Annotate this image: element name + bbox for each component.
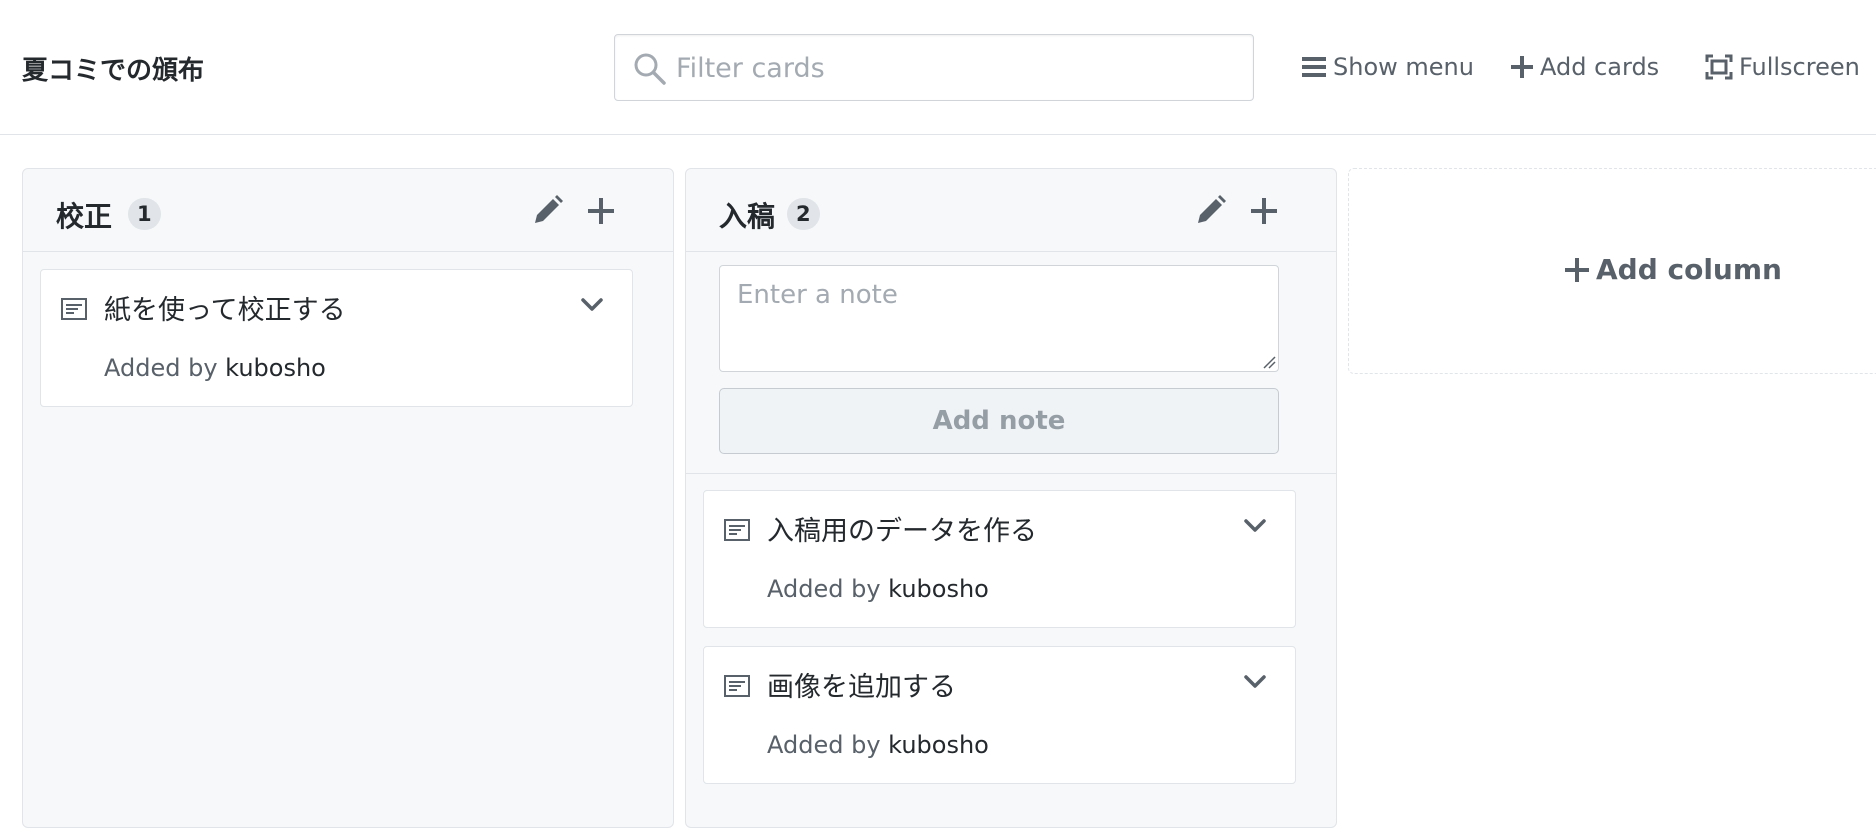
note-textarea[interactable] xyxy=(719,265,1279,372)
add-note-button[interactable]: Add note xyxy=(719,388,1279,454)
project-title: 夏コミでの頒布 xyxy=(22,56,205,86)
note-card[interactable]: 紙を使って校正する Added by kubosho xyxy=(40,269,633,407)
add-cards-label: Add cards xyxy=(1540,53,1660,81)
column-card-count: 1 xyxy=(128,198,161,230)
card-title: 画像を追加する xyxy=(767,672,956,703)
chevron-down-icon[interactable] xyxy=(1240,511,1270,541)
search-icon xyxy=(634,53,666,85)
pencil-icon[interactable] xyxy=(529,193,565,229)
project-header: 夏コミでの頒布 Show menu Add cards Fullscreen xyxy=(0,0,1876,135)
project-column: 校正 1 紙を使って校正する Added by kubosho xyxy=(22,168,674,828)
card-title: 紙を使って校正する xyxy=(104,295,346,326)
add-card-plus-icon[interactable] xyxy=(1246,193,1282,229)
fullscreen-label: Fullscreen xyxy=(1739,53,1860,81)
note-icon xyxy=(724,675,750,697)
resize-grip-icon[interactable] xyxy=(1262,355,1276,369)
note-card[interactable]: 画像を追加する Added by kubosho xyxy=(703,646,1296,784)
column-card-count: 2 xyxy=(787,198,820,230)
chevron-down-icon[interactable] xyxy=(577,290,607,320)
plus-icon xyxy=(1565,257,1589,282)
card-meta: Added by kubosho xyxy=(104,354,326,382)
filter-cards-input[interactable] xyxy=(676,45,1236,91)
pencil-icon[interactable] xyxy=(1192,193,1228,229)
add-column-button[interactable]: Add column xyxy=(1348,168,1876,374)
column-header: 校正 1 xyxy=(23,169,673,252)
card-author-link[interactable]: kubosho xyxy=(888,575,989,603)
filter-cards-box[interactable] xyxy=(614,34,1254,101)
column-title: 校正 xyxy=(56,200,113,233)
note-card[interactable]: 入稿用のデータを作る Added by kubosho xyxy=(703,490,1296,628)
chevron-down-icon[interactable] xyxy=(1240,667,1270,697)
column-header: 入稿 2 xyxy=(686,169,1336,252)
add-column-label: Add column xyxy=(1596,253,1782,286)
add-cards-button[interactable]: Add cards xyxy=(1510,48,1659,86)
card-meta: Added by kubosho xyxy=(767,575,989,603)
card-author-link[interactable]: kubosho xyxy=(888,731,989,759)
fullscreen-icon xyxy=(1705,54,1733,80)
show-menu-label: Show menu xyxy=(1333,53,1474,81)
project-column: 入稿 2 Add note 入稿用のデータを作る Added by kubosh xyxy=(685,168,1337,828)
added-by-label: Added by xyxy=(767,731,881,759)
added-by-label: Added by xyxy=(767,575,881,603)
show-menu-button[interactable]: Show menu xyxy=(1301,48,1474,86)
fullscreen-button[interactable]: Fullscreen xyxy=(1705,48,1860,86)
card-author-link[interactable]: kubosho xyxy=(225,354,326,382)
column-title: 入稿 xyxy=(719,200,776,233)
hamburger-icon xyxy=(1302,57,1326,77)
add-column-label-wrap: Add column xyxy=(1564,253,1782,286)
note-icon xyxy=(61,298,87,320)
card-meta: Added by kubosho xyxy=(767,731,989,759)
card-title: 入稿用のデータを作る xyxy=(767,516,1037,547)
note-icon xyxy=(724,519,750,541)
add-card-plus-icon[interactable] xyxy=(583,193,619,229)
added-by-label: Added by xyxy=(104,354,218,382)
plus-icon xyxy=(1511,56,1533,78)
